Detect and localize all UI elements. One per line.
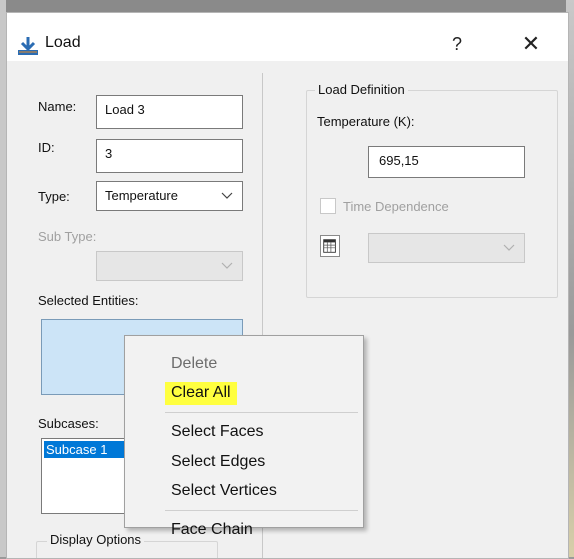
type-dropdown[interactable]: Temperature — [96, 181, 243, 211]
subtype-label: Sub Type: — [38, 229, 97, 244]
name-label: Name: — [38, 99, 77, 114]
menu-item-select-vertices[interactable]: Select Vertices — [171, 482, 277, 500]
menu-item-delete[interactable]: Delete — [171, 355, 217, 373]
temperature-field[interactable]: 695,15 — [368, 146, 525, 178]
table-icon — [323, 239, 336, 253]
close-button[interactable]: ✕ — [516, 30, 546, 58]
name-field[interactable]: Load 3 — [96, 95, 243, 129]
id-field[interactable]: 3 — [96, 139, 243, 173]
list-item[interactable]: Subcase 1 — [44, 441, 128, 458]
load-dialog: Load ? ✕ Name: Load 3 ID: 3 Type: Temper… — [6, 12, 569, 559]
time-dependence-label: Time Dependence — [343, 199, 449, 214]
menu-item-clear-all[interactable]: Clear All — [165, 382, 237, 405]
type-value: Temperature — [105, 188, 178, 203]
load-definition-label: Load Definition — [315, 82, 408, 97]
menu-separator — [165, 412, 358, 413]
background-top — [0, 0, 574, 12]
subtype-dropdown[interactable] — [96, 251, 243, 281]
subcases-label: Subcases: — [38, 416, 99, 431]
menu-separator — [165, 510, 358, 511]
time-dependence-checkbox[interactable] — [320, 198, 336, 214]
chevron-down-icon — [503, 244, 515, 251]
selected-entities-label: Selected Entities: — [38, 293, 139, 308]
type-label: Type: — [38, 189, 70, 204]
menu-item-select-faces[interactable]: Select Faces — [171, 423, 263, 441]
chevron-down-icon — [221, 262, 233, 269]
menu-item-face-chain[interactable]: Face Chain — [171, 521, 253, 539]
display-options-label: Display Options — [47, 532, 145, 547]
context-menu: Delete Clear All Select Faces Select Edg… — [124, 335, 364, 538]
chevron-down-icon — [221, 192, 233, 199]
load-icon — [18, 37, 38, 55]
time-function-dropdown[interactable] — [368, 233, 525, 263]
temperature-label: Temperature (K): — [317, 114, 415, 129]
window-title: Load — [45, 34, 81, 51]
menu-item-select-edges[interactable]: Select Edges — [171, 453, 265, 471]
help-button[interactable]: ? — [444, 31, 470, 57]
id-label: ID: — [38, 140, 55, 155]
table-button[interactable] — [320, 235, 340, 257]
title-bar[interactable]: Load ? ✕ — [7, 13, 568, 61]
subcases-list[interactable]: Subcase 1 — [41, 438, 131, 514]
